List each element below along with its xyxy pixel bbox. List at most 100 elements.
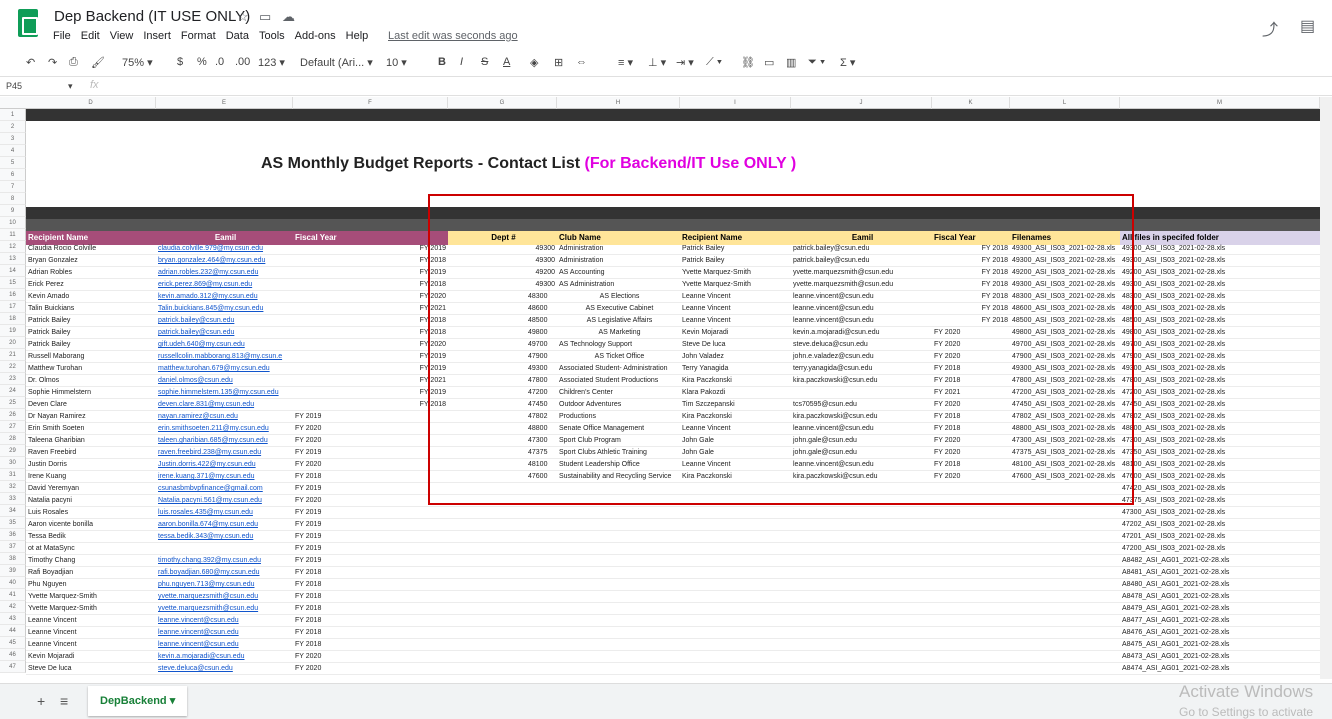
row-number[interactable]: 37	[0, 541, 26, 553]
cell-f[interactable]: FY 2019	[293, 543, 448, 555]
cell-m[interactable]: 49300_ASI_IS03_2021-02-28.xls	[1120, 279, 1320, 291]
column-header[interactable]: L	[1010, 97, 1120, 109]
row-number[interactable]: 12	[0, 241, 26, 253]
row-number[interactable]: 1	[0, 109, 26, 121]
row-number[interactable]: 32	[0, 481, 26, 493]
cell-d[interactable]: Raven Freebird	[26, 447, 156, 459]
cell-m[interactable]: A8479_ASI_AG01_2021-02-28.xls	[1120, 603, 1320, 615]
cell-f[interactable]: FY 2019	[293, 243, 448, 255]
cell-d[interactable]: Taleena Gharibian	[26, 435, 156, 447]
cell-f[interactable]: FY 2020	[293, 423, 448, 435]
cell-m[interactable]: 47200_ASI_IS03_2021-02-28.xls	[1120, 387, 1320, 399]
row-number[interactable]: 2	[0, 121, 26, 133]
cell-m[interactable]: A8482_ASI_AG01_2021-02-28.xls	[1120, 555, 1320, 567]
cell-m[interactable]: 47600_ASI_IS03_2021-02-28.xls	[1120, 471, 1320, 483]
cell-e[interactable]: sophie.himmelstern.135@my.csun.edu	[156, 387, 293, 399]
row-number[interactable]: 27	[0, 421, 26, 433]
cell-e[interactable]: adrian.robles.232@my.csun.edu	[156, 267, 293, 279]
cell-m[interactable]: A8474_ASI_AG01_2021-02-28.xls	[1120, 663, 1320, 675]
menu-item[interactable]: Insert	[143, 30, 171, 42]
cell-f[interactable]: FY 2019	[293, 555, 448, 567]
cell-m[interactable]: A8476_ASI_AG01_2021-02-28.xls	[1120, 627, 1320, 639]
column-header[interactable]: E	[156, 97, 293, 109]
filter-icon[interactable]: ⏷ ▾	[808, 56, 825, 69]
move-folder-icon[interactable]: ▭	[259, 9, 271, 25]
text-wrap-icon[interactable]: ⇥ ▾	[676, 56, 694, 69]
row-number[interactable]: 9	[0, 205, 26, 217]
cell-d[interactable]: Erick Perez	[26, 279, 156, 291]
cell-f[interactable]: FY 2018	[293, 615, 448, 627]
cell-m[interactable]: 47450_ASI_IS03_2021-02-28.xls	[1120, 399, 1320, 411]
cell-e[interactable]: russellcolin.mabborang.813@my.csun.e	[156, 351, 293, 363]
cell-f[interactable]: FY 2018	[293, 255, 448, 267]
cell-d[interactable]: Phu Nguyen	[26, 579, 156, 591]
cloud-status-icon[interactable]: ☁	[282, 9, 295, 25]
all-sheets-icon[interactable]: ≡	[60, 693, 68, 709]
row-number[interactable]: 7	[0, 181, 26, 193]
cell-e[interactable]: leanne.vincent@csun.edu	[156, 627, 293, 639]
row-number[interactable]: 43	[0, 613, 26, 625]
cell-m[interactable]: 47420_ASI_IS03_2021-02-28.xls	[1120, 483, 1320, 495]
row-number[interactable]: 44	[0, 625, 26, 637]
merge-cells-icon[interactable]: ⇔	[576, 56, 587, 68]
borders-icon[interactable]: ⊞	[554, 56, 563, 69]
cell-e[interactable]: gift.udeh.640@my.csun.edu	[156, 339, 293, 351]
cell-d[interactable]: Aaron vicente bonilla	[26, 519, 156, 531]
cell-f[interactable]: FY 2020	[293, 339, 448, 351]
cell-m[interactable]: 49300_ASI_IS03_2021-02-28.xls	[1120, 243, 1320, 255]
cell-e[interactable]: patrick.bailey@csun.edu	[156, 327, 293, 339]
cell-e[interactable]: tessa.bedik.343@my.csun.edu	[156, 531, 293, 543]
menu-item[interactable]: File	[53, 30, 71, 42]
row-number[interactable]: 39	[0, 565, 26, 577]
cell-f[interactable]: FY 2018	[293, 639, 448, 651]
cell-e[interactable]: leanne.vincent@csun.edu	[156, 615, 293, 627]
cell-f[interactable]: FY 2020	[293, 459, 448, 471]
undo-icon[interactable]: ↶	[26, 56, 35, 69]
cell-f[interactable]: FY 2020	[293, 291, 448, 303]
name-box-dropdown-icon[interactable]: ▾	[68, 81, 73, 92]
cell-e[interactable]	[156, 543, 293, 555]
cell-e[interactable]: raven.freebird.238@my.csun.edu	[156, 447, 293, 459]
cell-e[interactable]: steve.deluca@csun.edu	[156, 663, 293, 675]
name-box[interactable]: P45	[6, 81, 22, 91]
cell-d[interactable]: Leanne Vincent	[26, 639, 156, 651]
cell-m[interactable]: 49200_ASI_IS03_2021-02-28.xls	[1120, 267, 1320, 279]
cell-f[interactable]: FY 2020	[293, 651, 448, 663]
row-number[interactable]: 24	[0, 385, 26, 397]
cell-d[interactable]: Bryan Gonzalez	[26, 255, 156, 267]
cell-e[interactable]: kevin.amado.312@my.csun.edu	[156, 291, 293, 303]
cell-e[interactable]: timothy.chang.392@my.csun.edu	[156, 555, 293, 567]
cell-d[interactable]: Justin Dorris	[26, 459, 156, 471]
row-number[interactable]: 25	[0, 397, 26, 409]
menu-item[interactable]: View	[110, 30, 134, 42]
strikethrough-button[interactable]: S	[481, 56, 488, 68]
row-number[interactable]: 22	[0, 361, 26, 373]
cell-m[interactable]: 47300_ASI_IS03_2021-02-28.xls	[1120, 435, 1320, 447]
cell-m[interactable]: A8480_ASI_AG01_2021-02-28.xls	[1120, 579, 1320, 591]
column-header[interactable]: G	[448, 97, 557, 109]
cell-f[interactable]: FY 2021	[293, 303, 448, 315]
print-icon[interactable]: ⎙	[69, 56, 78, 69]
cell-e[interactable]: aaron.bonilla.674@my.csun.edu	[156, 519, 293, 531]
cell-m[interactable]: 49700_ASI_IS03_2021-02-28.xls	[1120, 339, 1320, 351]
cell-f[interactable]: FY 2018	[293, 279, 448, 291]
cell-d[interactable]: Tessa Bedik	[26, 531, 156, 543]
row-number[interactable]: 21	[0, 349, 26, 361]
row-number[interactable]: 18	[0, 313, 26, 325]
cell-d[interactable]: Luis Rosales	[26, 507, 156, 519]
cell-f[interactable]: FY 2019	[293, 363, 448, 375]
row-number[interactable]: 33	[0, 493, 26, 505]
row-number[interactable]: 36	[0, 529, 26, 541]
sheet-tab-depbackend[interactable]: DepBackend ▾	[88, 686, 188, 716]
cell-e[interactable]: erick.perez.869@my.csun.edu	[156, 279, 293, 291]
row-number[interactable]: 45	[0, 637, 26, 649]
cell-e[interactable]: rafi.boyadjian.680@my.csun.edu	[156, 567, 293, 579]
cell-m[interactable]: 47800_ASI_IS03_2021-02-28.xls	[1120, 375, 1320, 387]
number-format-button[interactable]: 123 ▾	[258, 56, 285, 69]
cell-d[interactable]: Dr Nayan Ramirez	[26, 411, 156, 423]
cell-f[interactable]: FY 2018	[293, 579, 448, 591]
cell-m[interactable]: 47375_ASI_IS03_2021-02-28.xls	[1120, 495, 1320, 507]
insert-comment-icon[interactable]: ▭	[764, 56, 774, 69]
row-number[interactable]: 3	[0, 133, 26, 145]
cell-e[interactable]: deven.clare.831@my.csun.edu	[156, 399, 293, 411]
